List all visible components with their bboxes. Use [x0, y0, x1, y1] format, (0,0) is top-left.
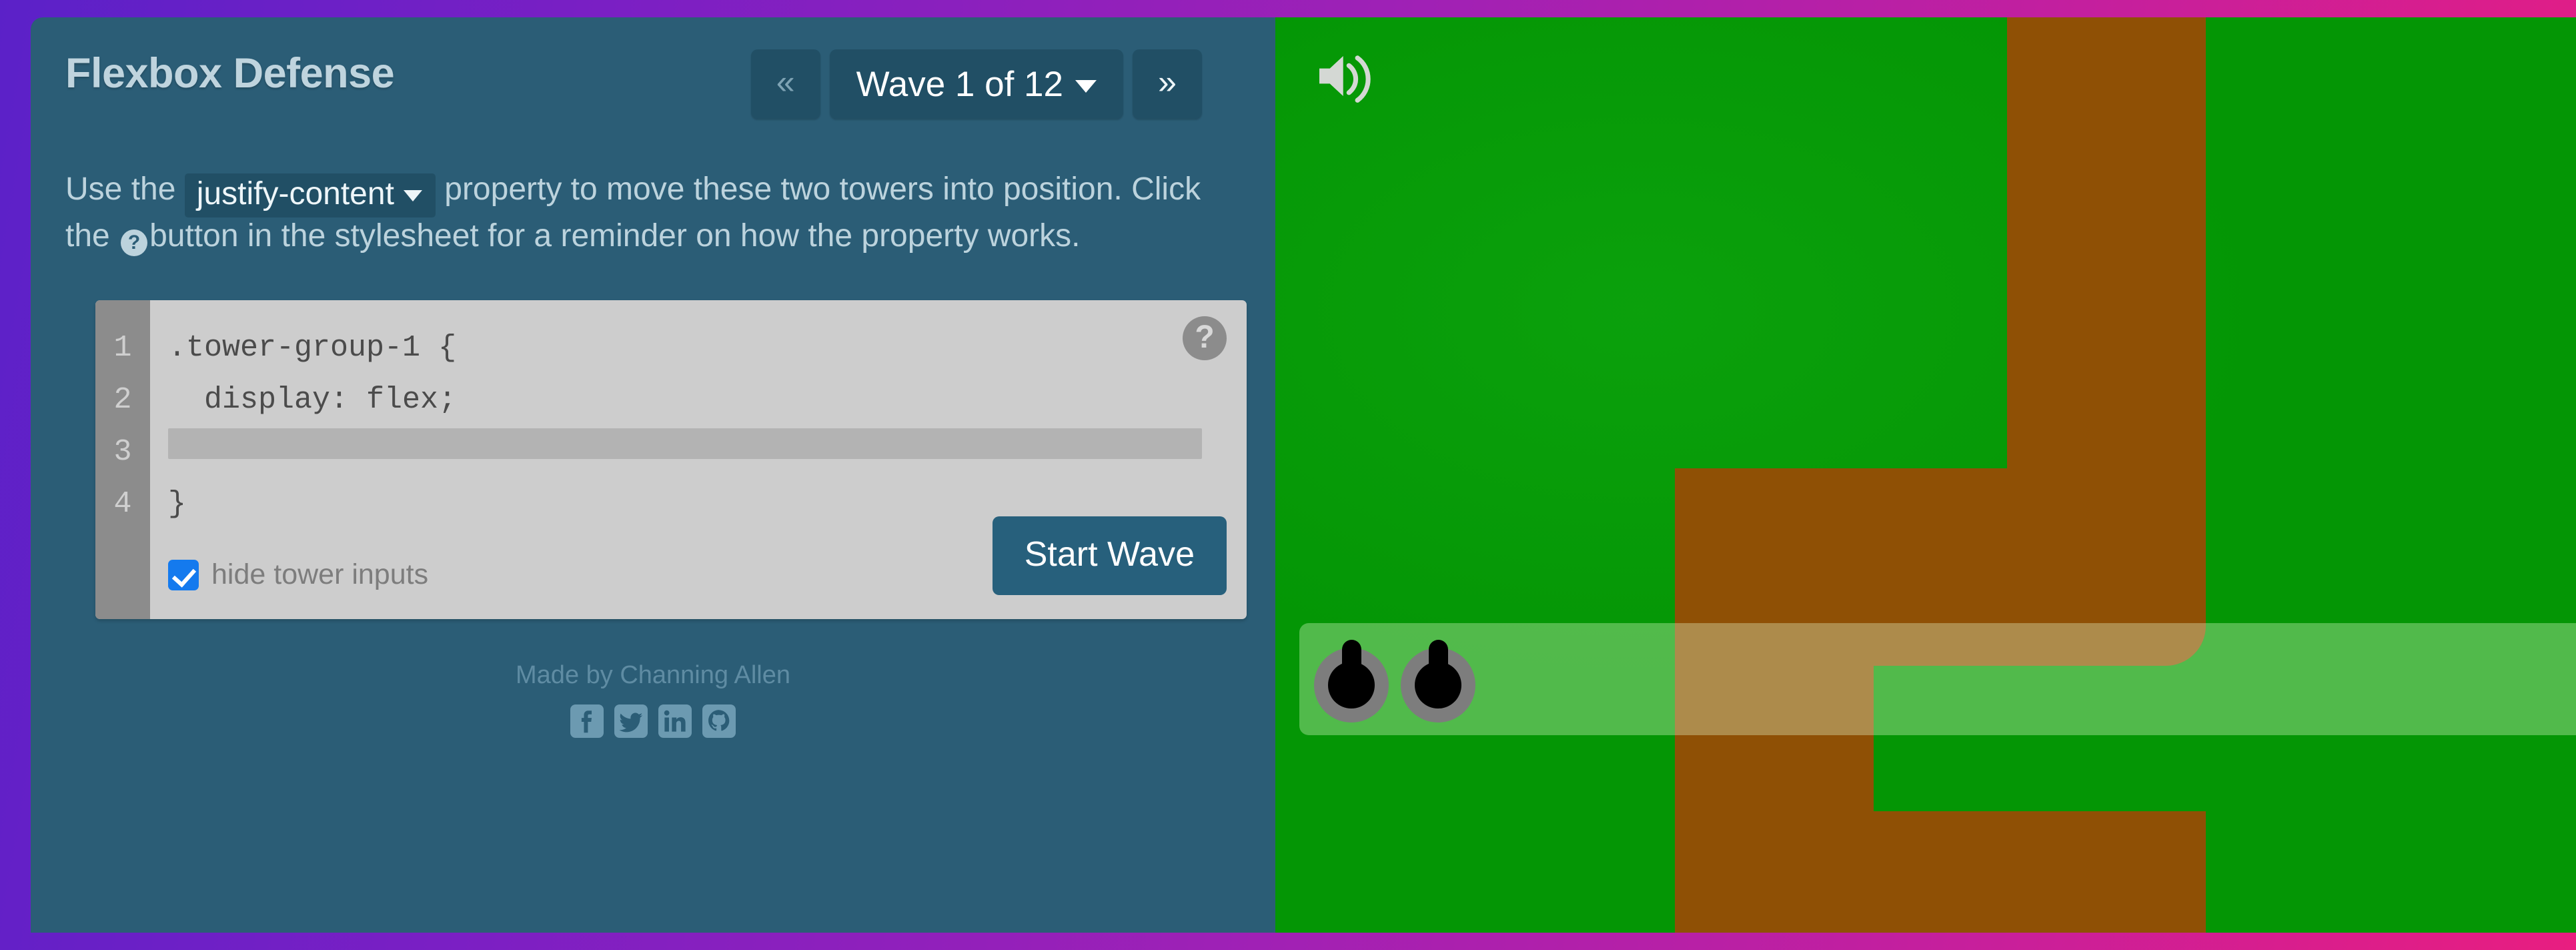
caret-down-icon	[403, 190, 422, 202]
start-wave-button[interactable]: Start Wave	[992, 516, 1227, 595]
credit-text: Made by Channing Allen	[516, 661, 790, 689]
hide-tower-inputs-label: hide tower inputs	[211, 558, 429, 590]
next-wave-button[interactable]: »	[1133, 49, 1202, 119]
hide-tower-inputs-row[interactable]: hide tower inputs	[168, 558, 428, 591]
footer: Made by Channing Allen	[31, 661, 1275, 738]
tower-core	[1415, 662, 1461, 708]
tower-core	[1328, 662, 1375, 708]
line-number: 2	[113, 383, 132, 417]
code-body: .tower-group-1 { display: flex; } ? hide…	[150, 300, 1247, 619]
property-selector-dropdown[interactable]: justify-content	[184, 173, 436, 217]
instructions-part-3: button in the stylesheet for a reminder …	[149, 217, 1081, 254]
github-icon[interactable]	[702, 704, 736, 738]
code-line: .tower-group-1 {	[168, 331, 457, 365]
linkedin-icon[interactable]	[658, 704, 692, 738]
hide-tower-inputs-checkbox[interactable]	[168, 559, 199, 590]
game-board	[1275, 17, 2576, 933]
twitter-icon[interactable]	[614, 704, 648, 738]
app-frame: Flexbox Defense « Wave 1 of 12 » Use the…	[31, 17, 2576, 933]
code-line: display: flex;	[168, 383, 457, 417]
property-selector-label: justify-content	[196, 176, 394, 211]
wave-navigation: « Wave 1 of 12 »	[750, 49, 1202, 119]
caret-down-icon	[1075, 79, 1097, 93]
path-segment-top-vertical	[2007, 17, 2206, 544]
speaker-on-icon[interactable]	[1315, 49, 1377, 103]
stylesheet-help-button[interactable]: ?	[1183, 316, 1227, 360]
tower-group-1	[1299, 623, 2576, 735]
page-root: Flexbox Defense « Wave 1 of 12 » Use the…	[0, 0, 2576, 950]
line-number-gutter: 1 2 3 4	[95, 300, 150, 619]
stylesheet-editor: 1 2 3 4 .tower-group-1 { display: flex; …	[95, 300, 1247, 619]
tower-placement-strip	[1299, 623, 2576, 735]
instructions-text: Use the justify-content property to move…	[65, 166, 1213, 259]
line-number: 3	[113, 435, 132, 469]
path-segment-bottom-vertical	[2007, 811, 2206, 933]
facebook-icon[interactable]	[570, 704, 604, 738]
line-number: 4	[113, 487, 132, 521]
line-number: 1	[113, 331, 132, 365]
tower-1[interactable]	[1309, 636, 1395, 723]
tower-property-input[interactable]	[168, 428, 1202, 459]
previous-wave-button[interactable]: «	[750, 49, 820, 119]
help-question-icon: ?	[121, 229, 148, 256]
control-panel: Flexbox Defense « Wave 1 of 12 » Use the…	[31, 17, 1275, 933]
social-links	[31, 704, 1275, 738]
instructions-part-1: Use the	[65, 171, 176, 207]
wave-selector-dropdown[interactable]: Wave 1 of 12	[829, 49, 1123, 119]
wave-selector-label: Wave 1 of 12	[856, 64, 1063, 104]
tower-2[interactable]	[1395, 636, 1482, 723]
page-title: Flexbox Defense	[65, 50, 395, 97]
